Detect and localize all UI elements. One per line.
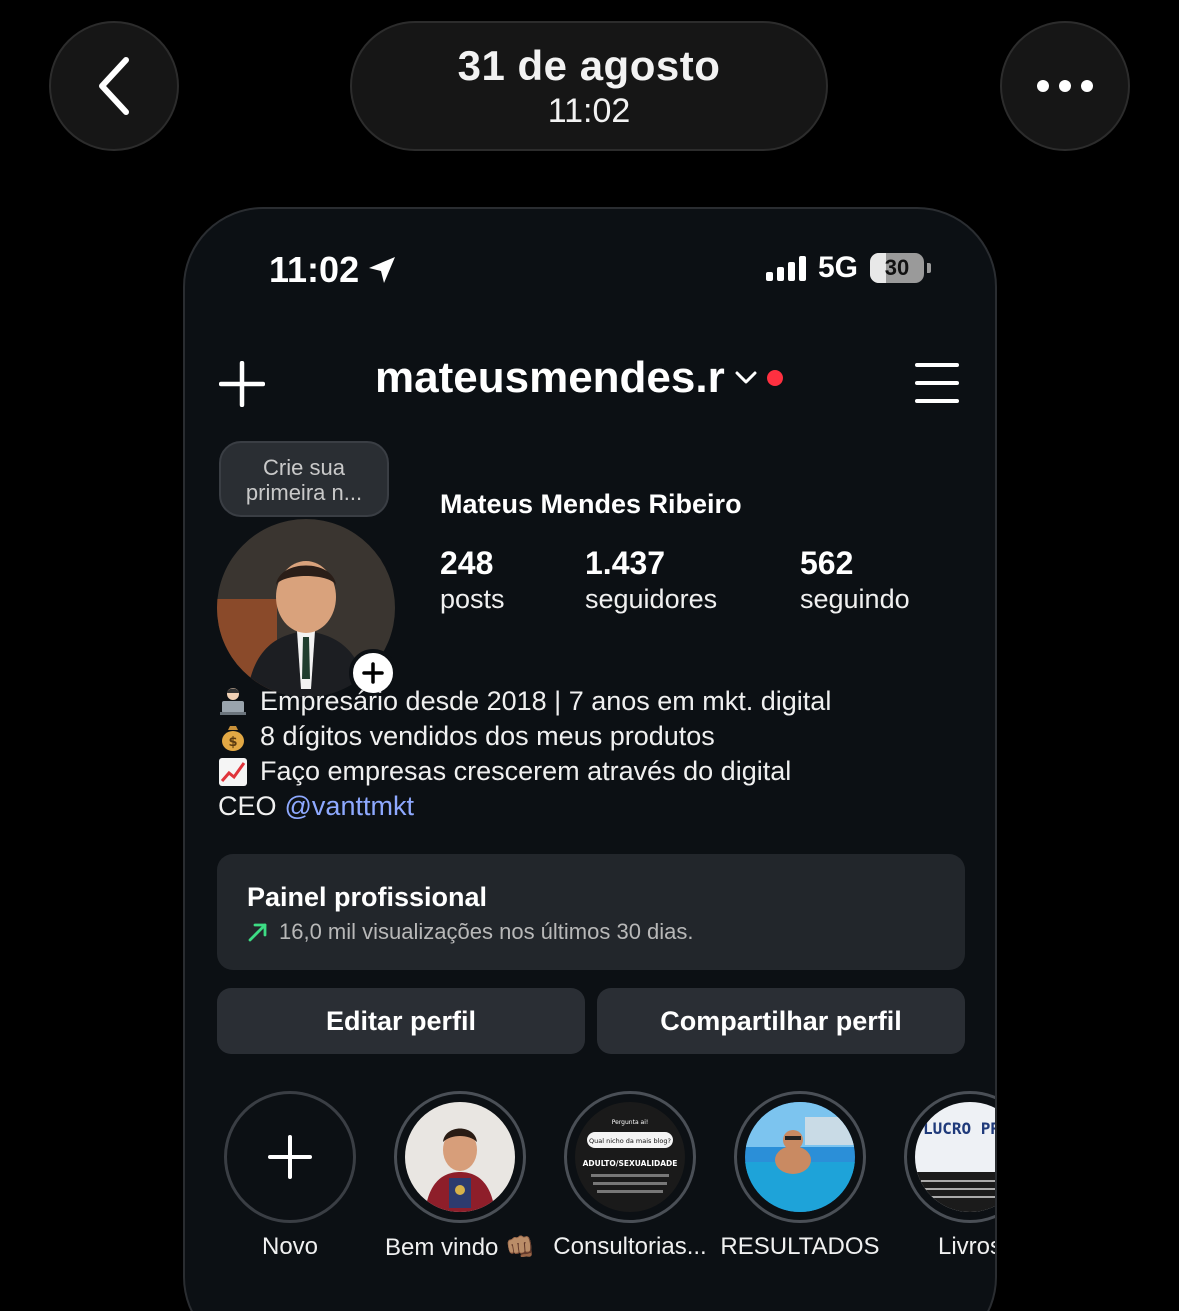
stat-value: 248 — [440, 545, 494, 581]
notification-dot — [766, 370, 783, 386]
highlight-item[interactable]: RESULTADOS — [715, 1091, 885, 1261]
highlight-label: RESULTADOS — [720, 1233, 880, 1260]
status-time: 11:02 — [269, 249, 397, 291]
stat-label: seguidores — [585, 584, 718, 614]
bio-line: $ 8 dígitos vendidos dos meus produtos — [218, 719, 831, 754]
plus-icon — [362, 662, 384, 684]
highlight-item[interactable]: Bem vindo 👊🏽 — [375, 1091, 545, 1262]
account-switcher[interactable]: mateusmendes.r — [375, 353, 783, 403]
bio-line: CEO @vanttmkt — [218, 789, 831, 824]
highlight-cover — [745, 1102, 855, 1212]
profile-actions: Editar perfil Compartilhar perfil — [217, 988, 965, 1054]
chevron-left-icon — [99, 57, 129, 115]
bio-text: Faço empresas crescerem através do digit… — [260, 756, 792, 786]
highlight-new-circle — [224, 1091, 356, 1223]
stat-value: 1.437 — [585, 545, 666, 581]
highlight-item[interactable]: LUCRO PRIMEIRO Livros — [885, 1091, 997, 1261]
edit-profile-button[interactable]: Editar perfil — [217, 988, 585, 1054]
username: mateusmendes.r — [375, 353, 725, 402]
profile-header: mateusmendes.r — [185, 349, 995, 419]
professional-dashboard[interactable]: Painel profissional 16,0 mil visualizaçõ… — [217, 854, 965, 970]
status-indicators: 5G 30 — [765, 251, 931, 285]
more-button[interactable] — [1000, 21, 1130, 151]
network-type: 5G — [817, 251, 858, 284]
highlight-label: Bem vindo 👊🏽 — [385, 1234, 535, 1261]
stat-label: posts — [440, 584, 505, 614]
highlight-cover: LUCRO PRIMEIRO — [915, 1102, 997, 1212]
profile-avatar[interactable] — [217, 519, 397, 697]
dashboard-title: Painel profissional — [247, 882, 488, 912]
battery-level: 30 — [884, 255, 910, 280]
dashboard-views-text: 16,0 mil visualizações nos últimos 30 di… — [279, 919, 694, 944]
full-name: Mateus Mendes Ribeiro — [440, 489, 742, 519]
bio-mention-link[interactable]: @vanttmkt — [285, 789, 414, 824]
bio-line: Empresário desde 2018 | 7 anos em mkt. d… — [218, 684, 831, 719]
hamburger-menu-icon[interactable] — [915, 363, 959, 403]
thumb-book-title: LUCRO PRIMEIRO — [923, 1119, 997, 1138]
laptop-person-emoji — [220, 687, 246, 715]
story-highlights: Novo Bem vindo 👊🏽 Pergunta ai! Qual nicho… — [185, 1091, 995, 1271]
thumb-tag-text: ADULTO/SEXUALIDADE — [583, 1159, 678, 1168]
highlight-label: Consultorias... — [553, 1233, 707, 1260]
money-bag-emoji: $ — [222, 725, 244, 751]
screenshot-date: 31 de agosto — [457, 41, 721, 89]
highlight-cover: Pergunta ai! Qual nicho da mais blog? ADUL… — [575, 1102, 685, 1212]
highlight-label: Livros — [937, 1233, 997, 1260]
bio-line: Faço empresas crescerem através do digit… — [218, 754, 831, 789]
svg-text:$: $ — [228, 735, 237, 750]
bio-ceo-prefix: CEO — [218, 791, 277, 821]
date-pill: 31 de agosto 11:02 — [350, 21, 828, 151]
stat-posts[interactable]: 248 posts — [440, 545, 585, 615]
stat-value: 562 — [800, 545, 854, 581]
status-time-text: 11:02 — [269, 249, 360, 290]
share-profile-button[interactable]: Compartilhar perfil — [597, 988, 965, 1054]
back-button[interactable] — [49, 21, 179, 151]
trend-up-arrow-icon — [248, 923, 267, 942]
chevron-down-icon — [735, 371, 757, 384]
chart-increasing-emoji — [219, 757, 247, 786]
plus-icon — [268, 1135, 312, 1179]
highlight-item[interactable]: Pergunta ai! Qual nicho da mais blog? ADUL… — [545, 1091, 715, 1261]
stat-followers[interactable]: 1.437 seguidores — [585, 545, 800, 615]
bio-text: 8 dígitos vendidos dos meus produtos — [260, 721, 715, 751]
stat-following[interactable]: 562 seguindo — [800, 545, 910, 615]
note-bubble[interactable]: Crie sua primeira n... — [219, 441, 389, 517]
profile-stats: 248 posts 1.437 seguidores 562 seguindo — [440, 545, 910, 615]
battery-icon: 30 — [870, 253, 924, 283]
screenshot-time: 11:02 — [547, 91, 631, 130]
stat-label: seguindo — [800, 584, 910, 614]
thumb-top-text: Pergunta ai! — [612, 1119, 649, 1126]
phone-screenshot: 11:02 5G 30 mateusmendes.r Crie sua prim… — [183, 207, 997, 1311]
signal-icon — [765, 255, 806, 281]
ellipsis-icon — [1037, 80, 1093, 92]
highlight-label: Novo — [261, 1233, 319, 1260]
profile-bio: Empresário desde 2018 | 7 anos em mkt. d… — [218, 684, 831, 824]
thumb-question-text: Qual nicho da mais blog? — [589, 1137, 671, 1145]
highlight-new[interactable]: Novo — [205, 1091, 375, 1261]
bio-text: Empresário desde 2018 | 7 anos em mkt. d… — [260, 686, 832, 716]
highlight-cover — [405, 1102, 515, 1212]
create-plus-icon[interactable] — [219, 361, 265, 407]
location-arrow-icon — [369, 257, 396, 283]
dashboard-subtitle: 16,0 mil visualizações nos últimos 30 di… — [247, 919, 935, 945]
